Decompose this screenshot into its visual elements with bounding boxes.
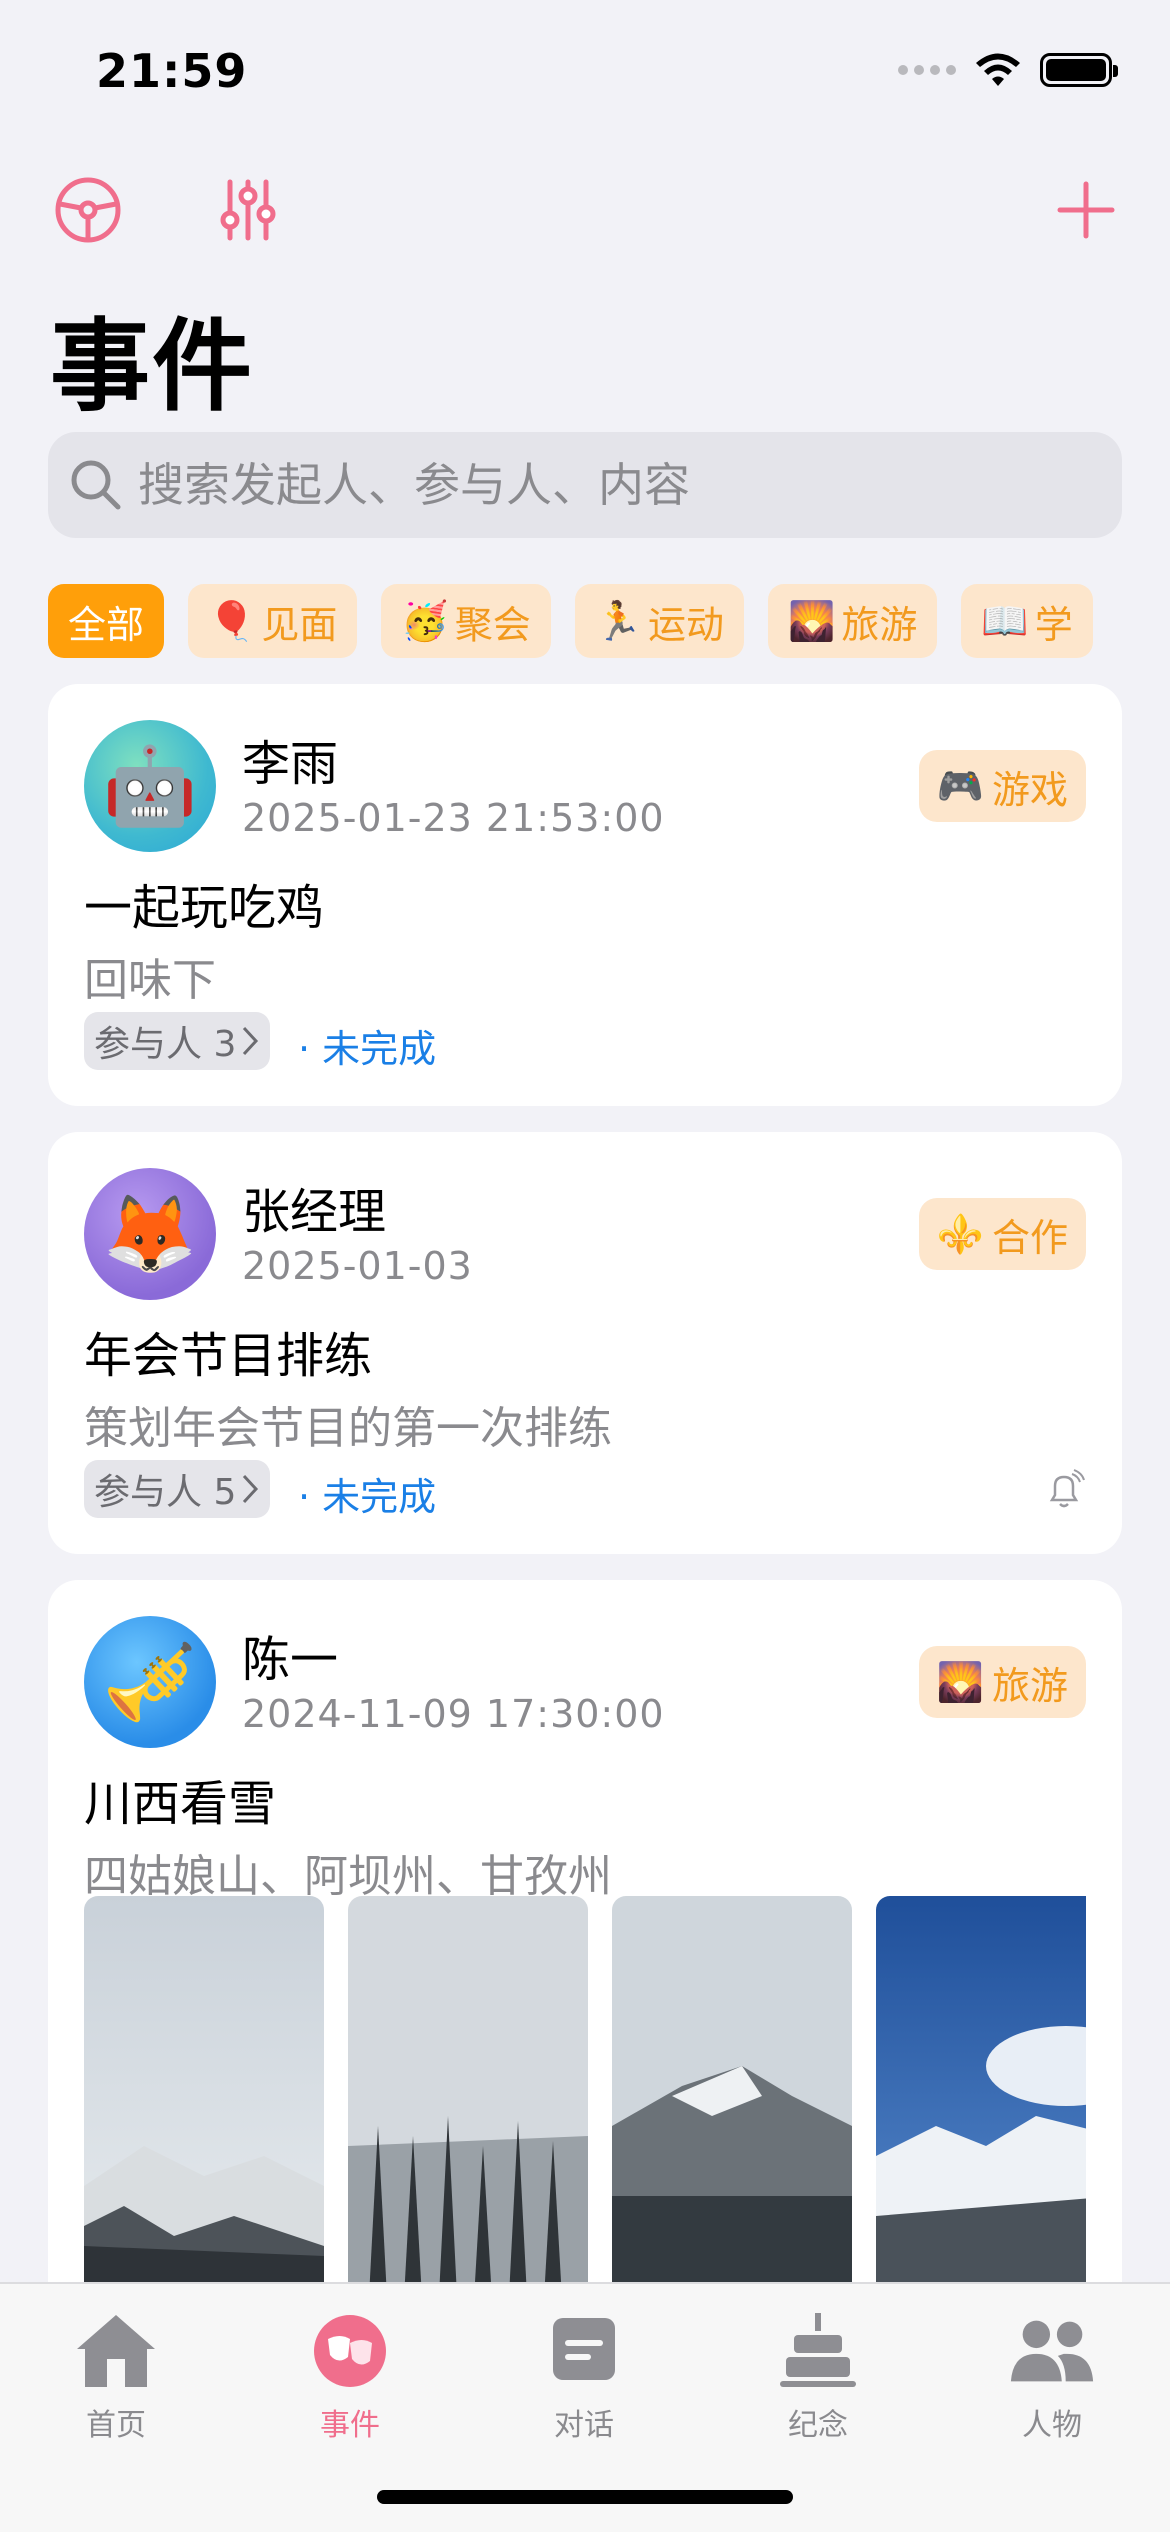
tab-home[interactable]: 首页 [36, 2306, 196, 2444]
filter-chip-label: 见面 [261, 602, 338, 647]
filter-chip-travel[interactable]: 🌄 旅游 [768, 584, 938, 658]
filter-chip-label: 全部 [68, 602, 145, 647]
event-photo[interactable] [612, 1896, 852, 2286]
status-label: · 未完成 [298, 1027, 437, 1071]
filter-chip-study[interactable]: 📖 学 [961, 584, 1093, 658]
battery-icon [1040, 53, 1118, 87]
add-event-button[interactable] [1046, 170, 1126, 250]
category-tag: 🌄 旅游 [918, 1646, 1086, 1718]
event-description: 策划年会节目的第一次排练 [84, 1403, 612, 1454]
game-controller-icon: 🎮 [936, 763, 984, 808]
status-bar: 21:59 [0, 0, 1170, 150]
event-title: 年会节目排练 [84, 1328, 373, 1384]
participants-label: 参与人 3 [94, 1024, 237, 1065]
filter-chip-all[interactable]: 全部 [48, 584, 165, 658]
sliders-icon [220, 179, 276, 241]
avatar: 🦊 [84, 1168, 216, 1300]
category-tag-label: 合作 [991, 1215, 1068, 1260]
fleur-de-lis-icon: ⚜️ [936, 1211, 984, 1256]
filter-sliders-button[interactable] [208, 170, 288, 250]
sunrise-mountains-icon: 🌄 [936, 1659, 984, 1704]
event-description: 回味下 [84, 955, 216, 1006]
tab-label: 首页 [86, 2408, 146, 2443]
sunrise-mountains-icon: 🌄 [788, 598, 836, 643]
balloon-icon: 🎈 [208, 598, 256, 643]
home-indicator [377, 2490, 793, 2504]
event-card[interactable]: 🎺 陈一 2024-11-09 17:30:00 🌄 旅游 川西看雪 四姑娘山、… [48, 1580, 1122, 2320]
status-time: 21:59 [96, 44, 248, 98]
tab-label: 纪念 [788, 2408, 848, 2443]
tab-label: 人物 [1022, 2408, 1082, 2443]
steering-wheel-icon [55, 177, 121, 243]
chat-note-icon [553, 2318, 615, 2380]
wifi-icon [976, 53, 1020, 86]
event-description: 四姑娘山、阿坝州、甘孜州 [84, 1851, 612, 1902]
avatar: 🎺 [84, 1616, 216, 1748]
event-date: 2024-11-09 17:30:00 [242, 1692, 665, 1736]
participants-label: 参与人 5 [94, 1472, 237, 1513]
open-book-icon: 📖 [981, 598, 1029, 643]
organizer-name: 张经理 [242, 1184, 387, 1240]
search-bar[interactable] [48, 432, 1122, 538]
event-photo[interactable] [348, 1896, 588, 2286]
search-icon [71, 460, 121, 510]
tab-people[interactable]: 人物 [972, 2306, 1132, 2444]
tab-chat[interactable]: 对话 [504, 2306, 664, 2444]
tab-label: 对话 [554, 2408, 614, 2443]
settings-button[interactable] [48, 170, 128, 250]
status-label: · 未完成 [298, 1475, 437, 1519]
category-tag: ⚜️ 合作 [918, 1198, 1086, 1270]
chevron-right-icon [243, 1026, 259, 1056]
event-card[interactable]: 🤖 李雨 2025-01-23 21:53:00 🎮 游戏 一起玩吃鸡 回味下 … [48, 684, 1122, 1106]
robot-icon: 🤖 [102, 741, 198, 830]
category-tag: 🎮 游戏 [918, 750, 1086, 822]
participants-button[interactable]: 参与人 5 [84, 1460, 271, 1518]
event-photo[interactable] [84, 1896, 324, 2286]
participants-button[interactable]: 参与人 3 [84, 1012, 271, 1070]
filter-chip-label: 旅游 [841, 602, 918, 647]
category-tag-label: 旅游 [991, 1663, 1068, 1708]
fox-icon: 🦊 [102, 1189, 198, 1278]
filter-chip-sport[interactable]: 🏃 运动 [574, 584, 745, 658]
cake-icon [780, 2313, 856, 2387]
events-screen: 21:59 事件 搜索发起人、参与人、内容 全部 🎈 见面 🥳 聚会 🏃 运动 … [0, 0, 1170, 2532]
category-tag-label: 游戏 [991, 767, 1068, 812]
toolbar [0, 160, 1170, 250]
event-title: 川西看雪 [84, 1776, 277, 1832]
tab-events[interactable]: 事件 [270, 2306, 430, 2444]
tab-label: 事件 [320, 2408, 380, 2443]
plus-icon [1057, 181, 1115, 239]
organizer-name: 李雨 [242, 736, 339, 792]
trumpet-icon: 🎺 [102, 1637, 198, 1726]
event-card[interactable]: 🦊 张经理 2025-01-03 ⚜️ 合作 年会节目排练 策划年会节目的第一次… [48, 1132, 1122, 1554]
people-icon [1010, 2320, 1094, 2382]
filter-chip-label: 运动 [648, 602, 725, 647]
organizer-name: 陈一 [242, 1632, 339, 1688]
chevron-right-icon [243, 1474, 259, 1504]
search-input[interactable] [138, 458, 1038, 512]
tab-anniversary[interactable]: 纪念 [738, 2306, 898, 2444]
filter-chip-label: 学 [1034, 602, 1073, 647]
bell-reminder-icon[interactable] [1042, 1468, 1086, 1512]
theater-masks-icon [314, 2315, 386, 2387]
party-face-icon: 🥳 [401, 598, 449, 643]
category-filter-bar: 全部 🎈 见面 🥳 聚会 🏃 运动 🌄 旅游 📖 学 [48, 584, 1122, 660]
event-photo[interactable] [876, 1896, 1086, 2286]
avatar: 🤖 [84, 720, 216, 852]
runner-icon: 🏃 [594, 598, 643, 643]
house-icon [77, 2315, 155, 2387]
filter-chip-party[interactable]: 🥳 聚会 [381, 584, 551, 658]
status-indicators [898, 52, 1118, 88]
event-date: 2025-01-03 [242, 1244, 473, 1288]
event-title: 一起玩吃鸡 [84, 880, 325, 936]
page-title: 事件 [50, 308, 254, 425]
cellular-signal-icon [898, 65, 956, 75]
event-date: 2025-01-23 21:53:00 [242, 796, 665, 840]
filter-chip-meet[interactable]: 🎈 见面 [188, 584, 358, 658]
photo-strip [84, 1896, 1086, 2286]
filter-chip-label: 聚会 [454, 602, 531, 647]
